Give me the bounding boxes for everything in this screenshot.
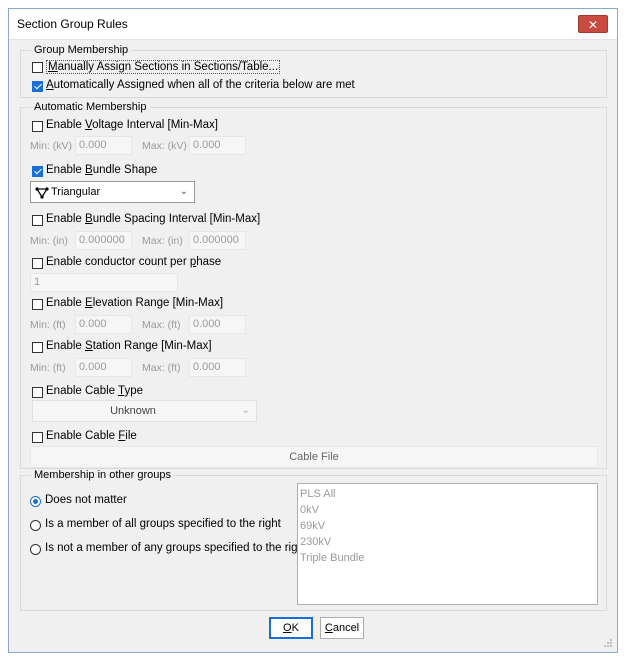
conductor-count-field[interactable]: 1 bbox=[30, 273, 178, 292]
elevation-max-label: Max: (ft) bbox=[142, 319, 181, 331]
station-min-label: Min: (ft) bbox=[30, 362, 66, 374]
groups-listbox[interactable]: PLS All 0kV 69kV 230kV Triple Bundle bbox=[297, 483, 598, 605]
bundle-spacing-min-field[interactable]: 0.000000 bbox=[75, 231, 132, 250]
automatic-membership-legend: Automatic Membership bbox=[31, 101, 150, 113]
not-member-of-any-radio[interactable] bbox=[30, 544, 41, 555]
window-title: Section Group Rules bbox=[17, 17, 128, 31]
close-button[interactable]: ✕ bbox=[578, 15, 608, 33]
voltage-max-field[interactable]: 0.000 bbox=[189, 136, 246, 155]
voltage-min-field[interactable]: 0.000 bbox=[75, 136, 132, 155]
conductor-count-label: Enable conductor count per phase bbox=[46, 256, 222, 268]
bundle-spacing-max-field[interactable]: 0.000000 bbox=[189, 231, 246, 250]
cancel-button[interactable]: Cancel bbox=[320, 617, 364, 639]
list-item[interactable]: Triple Bundle bbox=[300, 550, 595, 566]
station-max-label: Max: (ft) bbox=[142, 362, 181, 374]
elevation-range-label: Enable Elevation Range [Min-Max] bbox=[46, 297, 224, 309]
auto-assign-checkbox[interactable] bbox=[32, 81, 43, 92]
cable-file-label: Enable Cable File bbox=[46, 430, 137, 442]
list-item[interactable]: 230kV bbox=[300, 534, 595, 550]
group-membership-legend: Group Membership bbox=[31, 44, 132, 56]
not-member-of-any-label: Is not a member of any groups specified … bbox=[45, 542, 308, 554]
list-item[interactable]: 69kV bbox=[300, 518, 595, 534]
station-max-field[interactable]: 0.000 bbox=[189, 358, 246, 377]
bundle-shape-select[interactable]: Triangular ⌄ bbox=[30, 181, 195, 203]
elevation-range-checkbox[interactable] bbox=[32, 299, 43, 310]
resize-grip-icon[interactable] bbox=[603, 638, 613, 648]
cable-type-value: Unknown bbox=[110, 405, 156, 417]
ok-button[interactable]: OK bbox=[269, 617, 313, 639]
chevron-down-icon: ⌄ bbox=[179, 186, 188, 197]
manual-assign-checkbox[interactable] bbox=[32, 62, 43, 73]
triangle-shape-icon bbox=[35, 187, 49, 199]
bundle-shape-value: Triangular bbox=[51, 186, 101, 198]
bundle-spacing-checkbox[interactable] bbox=[32, 215, 43, 226]
voltage-interval-label: Enable Voltage Interval [Min-Max] bbox=[46, 119, 218, 131]
member-of-all-label: Is a member of all groups specified to t… bbox=[45, 518, 281, 530]
cable-type-checkbox[interactable] bbox=[32, 387, 43, 398]
elevation-min-label: Min: (ft) bbox=[30, 319, 66, 331]
station-min-field[interactable]: 0.000 bbox=[75, 358, 132, 377]
other-groups-legend: Membership in other groups bbox=[31, 469, 174, 481]
dialog-window: Section Group Rules ✕ Group Membership M… bbox=[8, 8, 618, 653]
list-item[interactable]: 0kV bbox=[300, 502, 595, 518]
cable-file-checkbox[interactable] bbox=[32, 432, 43, 443]
manual-assign-label: Manually Assign Sections in Sections/Tab… bbox=[46, 60, 281, 74]
station-range-label: Enable Station Range [Min-Max] bbox=[46, 340, 212, 352]
bundle-spacing-max-label: Max: (in) bbox=[142, 235, 183, 247]
station-range-checkbox[interactable] bbox=[32, 342, 43, 353]
title-bar: Section Group Rules ✕ bbox=[9, 9, 617, 40]
does-not-matter-radio[interactable] bbox=[30, 496, 41, 507]
chevron-down-icon: ⌄ bbox=[241, 405, 250, 416]
list-item[interactable]: PLS All bbox=[300, 486, 595, 502]
conductor-count-checkbox[interactable] bbox=[32, 258, 43, 269]
bundle-shape-label: Enable Bundle Shape bbox=[46, 164, 158, 176]
elevation-min-field[interactable]: 0.000 bbox=[75, 315, 132, 334]
voltage-max-label: Max: (kV) bbox=[142, 140, 187, 152]
bundle-shape-checkbox[interactable] bbox=[32, 166, 43, 177]
auto-assign-label: Automatically Assigned when all of the c… bbox=[46, 79, 355, 91]
does-not-matter-label: Does not matter bbox=[45, 494, 127, 506]
cable-type-select[interactable]: Unknown ⌄ bbox=[32, 400, 257, 422]
cable-type-label: Enable Cable Type bbox=[46, 385, 143, 397]
voltage-min-label: Min: (kV) bbox=[30, 140, 72, 152]
bundle-spacing-label: Enable Bundle Spacing Interval [Min-Max] bbox=[46, 213, 261, 225]
cable-file-button[interactable]: Cable File bbox=[30, 446, 598, 468]
bundle-spacing-min-label: Min: (in) bbox=[30, 235, 68, 247]
voltage-interval-checkbox[interactable] bbox=[32, 121, 43, 132]
elevation-max-field[interactable]: 0.000 bbox=[189, 315, 246, 334]
close-icon: ✕ bbox=[587, 18, 599, 32]
member-of-all-radio[interactable] bbox=[30, 520, 41, 531]
